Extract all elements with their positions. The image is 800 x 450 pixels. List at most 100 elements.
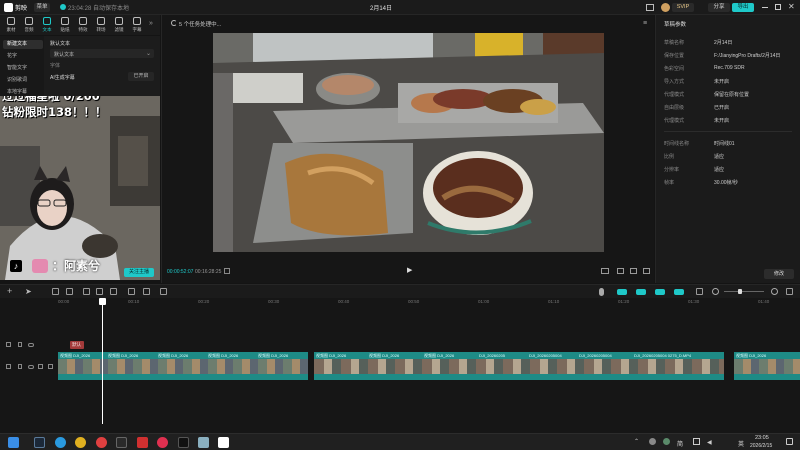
sidebar-item-smart-text[interactable]: 智能文字 <box>3 64 43 73</box>
ruler-label: 00:50 <box>408 299 420 304</box>
export-button[interactable]: 导出 <box>732 3 754 12</box>
chrome-icon[interactable] <box>75 437 86 448</box>
clip-group[interactable]: 视频图 DJI_2026 <box>734 352 800 380</box>
ratio-icon[interactable] <box>630 268 637 274</box>
minimize-icon[interactable] <box>762 7 768 8</box>
menu-button[interactable]: 菜单 <box>34 3 50 12</box>
clip-group[interactable]: 视频图 DJI_2026 视频图 DJI_2026 视频图 DJI_2026 视… <box>58 352 308 380</box>
tool-transition[interactable]: 转场 <box>92 17 110 34</box>
divider <box>664 131 792 132</box>
vip-badge[interactable]: SVIP <box>672 3 694 12</box>
weibo-icon[interactable] <box>96 437 107 448</box>
sidebar-item-new-text[interactable]: 新建文本 <box>3 40 43 49</box>
tool-sticker[interactable]: 贴纸 <box>56 17 74 34</box>
mic-icon[interactable] <box>599 288 604 296</box>
more-icon[interactable] <box>696 288 703 295</box>
terminal-icon[interactable] <box>116 437 127 448</box>
volume-icon[interactable]: ◀ <box>707 439 712 446</box>
settings-icon[interactable] <box>786 288 793 295</box>
clip-group[interactable]: 视频图 DJI_2026 视频图 DJI_2026 视频图 DJI_2026 D… <box>314 352 724 380</box>
files-icon[interactable] <box>198 437 209 448</box>
tiktok-icon[interactable] <box>178 437 189 448</box>
text-clip-label: 默认 <box>72 342 81 347</box>
marker-icon[interactable] <box>143 288 150 295</box>
input-language[interactable]: 英 <box>738 439 744 448</box>
collapse-icon[interactable]: » <box>149 20 153 27</box>
split-right-icon[interactable] <box>110 288 117 295</box>
fullscreen-preview-icon[interactable] <box>601 268 609 274</box>
lock-icon[interactable] <box>18 364 22 369</box>
network-icon[interactable] <box>693 438 700 445</box>
text-panel: 默认文本 默认文本 ⌄ 字体 AI生成字幕 已开启 <box>44 36 160 96</box>
ime-mode[interactable]: 简 <box>677 439 683 448</box>
tray-arrow-icon[interactable]: ⌃ <box>634 438 639 445</box>
text-clip[interactable]: 默认 <box>70 341 84 349</box>
ruler-label: 01:10 <box>548 299 560 304</box>
tool-audio[interactable]: 音频 <box>20 17 38 34</box>
close-icon[interactable]: ✕ <box>788 2 795 11</box>
sidebar-item-fancy-text[interactable]: 花字 <box>3 52 43 61</box>
tool-caption[interactable]: 字幕 <box>128 17 146 34</box>
maximize-icon[interactable] <box>775 4 781 10</box>
music-icon[interactable] <box>157 437 168 448</box>
preview-axis-icon[interactable] <box>674 289 684 295</box>
eye-icon[interactable] <box>28 343 34 347</box>
edit-button[interactable]: 修改 <box>764 269 794 279</box>
eye-icon[interactable] <box>28 365 34 369</box>
play-icon[interactable]: ▶ <box>407 266 412 274</box>
expand-icon[interactable] <box>643 268 650 274</box>
cursor-icon[interactable]: ➤ <box>25 287 32 296</box>
start-icon[interactable] <box>8 437 19 448</box>
undo-icon[interactable] <box>52 288 59 295</box>
prop-row: 色彩空间 Rec.709 SDR <box>664 65 799 73</box>
red-app-icon[interactable] <box>137 437 148 448</box>
zoom-slider-thumb[interactable] <box>738 289 742 294</box>
share-button[interactable]: 分享 <box>708 3 730 12</box>
tray-sync-icon[interactable] <box>663 438 670 445</box>
tool-effects[interactable]: 特效 <box>74 17 92 34</box>
task-status[interactable]: 5 个任务处理中... <box>179 20 221 28</box>
zoom-fit-icon[interactable] <box>617 268 624 274</box>
split-icon[interactable] <box>83 288 90 295</box>
clock-time[interactable]: 23:05 <box>755 435 769 441</box>
menu-lines-icon[interactable]: ≡ <box>643 20 647 27</box>
audio-toggle-icon[interactable] <box>38 364 43 369</box>
tool-media[interactable]: 素材 <box>2 17 20 34</box>
playhead-handle[interactable] <box>99 298 106 305</box>
tool-text[interactable]: 文本 <box>38 17 56 34</box>
list-icon[interactable] <box>224 268 230 274</box>
zoom-slider[interactable] <box>724 289 764 294</box>
track-type-icon <box>6 364 11 369</box>
edge-icon[interactable] <box>55 437 66 448</box>
crop-icon[interactable] <box>160 288 167 295</box>
lock-icon[interactable] <box>18 342 22 347</box>
preview-canvas[interactable] <box>213 33 604 252</box>
add-icon[interactable]: + <box>7 286 12 296</box>
snap-icon[interactable] <box>655 289 665 295</box>
layout-icon[interactable] <box>646 4 654 11</box>
timeline-area[interactable]: 00:00 00:10 00:20 00:30 00:40 00:50 01:0… <box>0 298 800 433</box>
zoom-out-icon[interactable] <box>712 288 719 295</box>
document-title: 2月14日 <box>370 6 393 12</box>
template-select[interactable]: 默认文本 ⌄ <box>50 49 154 58</box>
tool-filter[interactable]: 滤镜 <box>110 17 128 34</box>
clock-date[interactable]: 2026/2/15 <box>750 443 772 449</box>
ai-caption-dropdown[interactable]: 已开启 <box>128 72 154 81</box>
playhead[interactable] <box>99 298 106 424</box>
clip-thumbnails <box>58 359 308 374</box>
link-main-icon[interactable] <box>617 289 627 295</box>
cover-icon[interactable] <box>48 364 53 369</box>
tray-app-icon[interactable] <box>649 438 656 445</box>
sidebar-item-lyrics[interactable]: 识别歌词 <box>3 76 43 85</box>
capcut-icon[interactable] <box>218 437 229 448</box>
delete-icon[interactable] <box>128 288 135 295</box>
avatar[interactable] <box>661 3 670 12</box>
steam-icon[interactable] <box>34 437 45 448</box>
split-left-icon[interactable] <box>96 288 103 295</box>
notification-icon[interactable] <box>786 438 793 445</box>
app-logo <box>4 3 13 12</box>
redo-icon[interactable] <box>66 288 73 295</box>
follow-button[interactable]: 关注主播 <box>124 268 154 277</box>
zoom-in-icon[interactable] <box>771 288 778 295</box>
link-audio-icon[interactable] <box>636 289 646 295</box>
